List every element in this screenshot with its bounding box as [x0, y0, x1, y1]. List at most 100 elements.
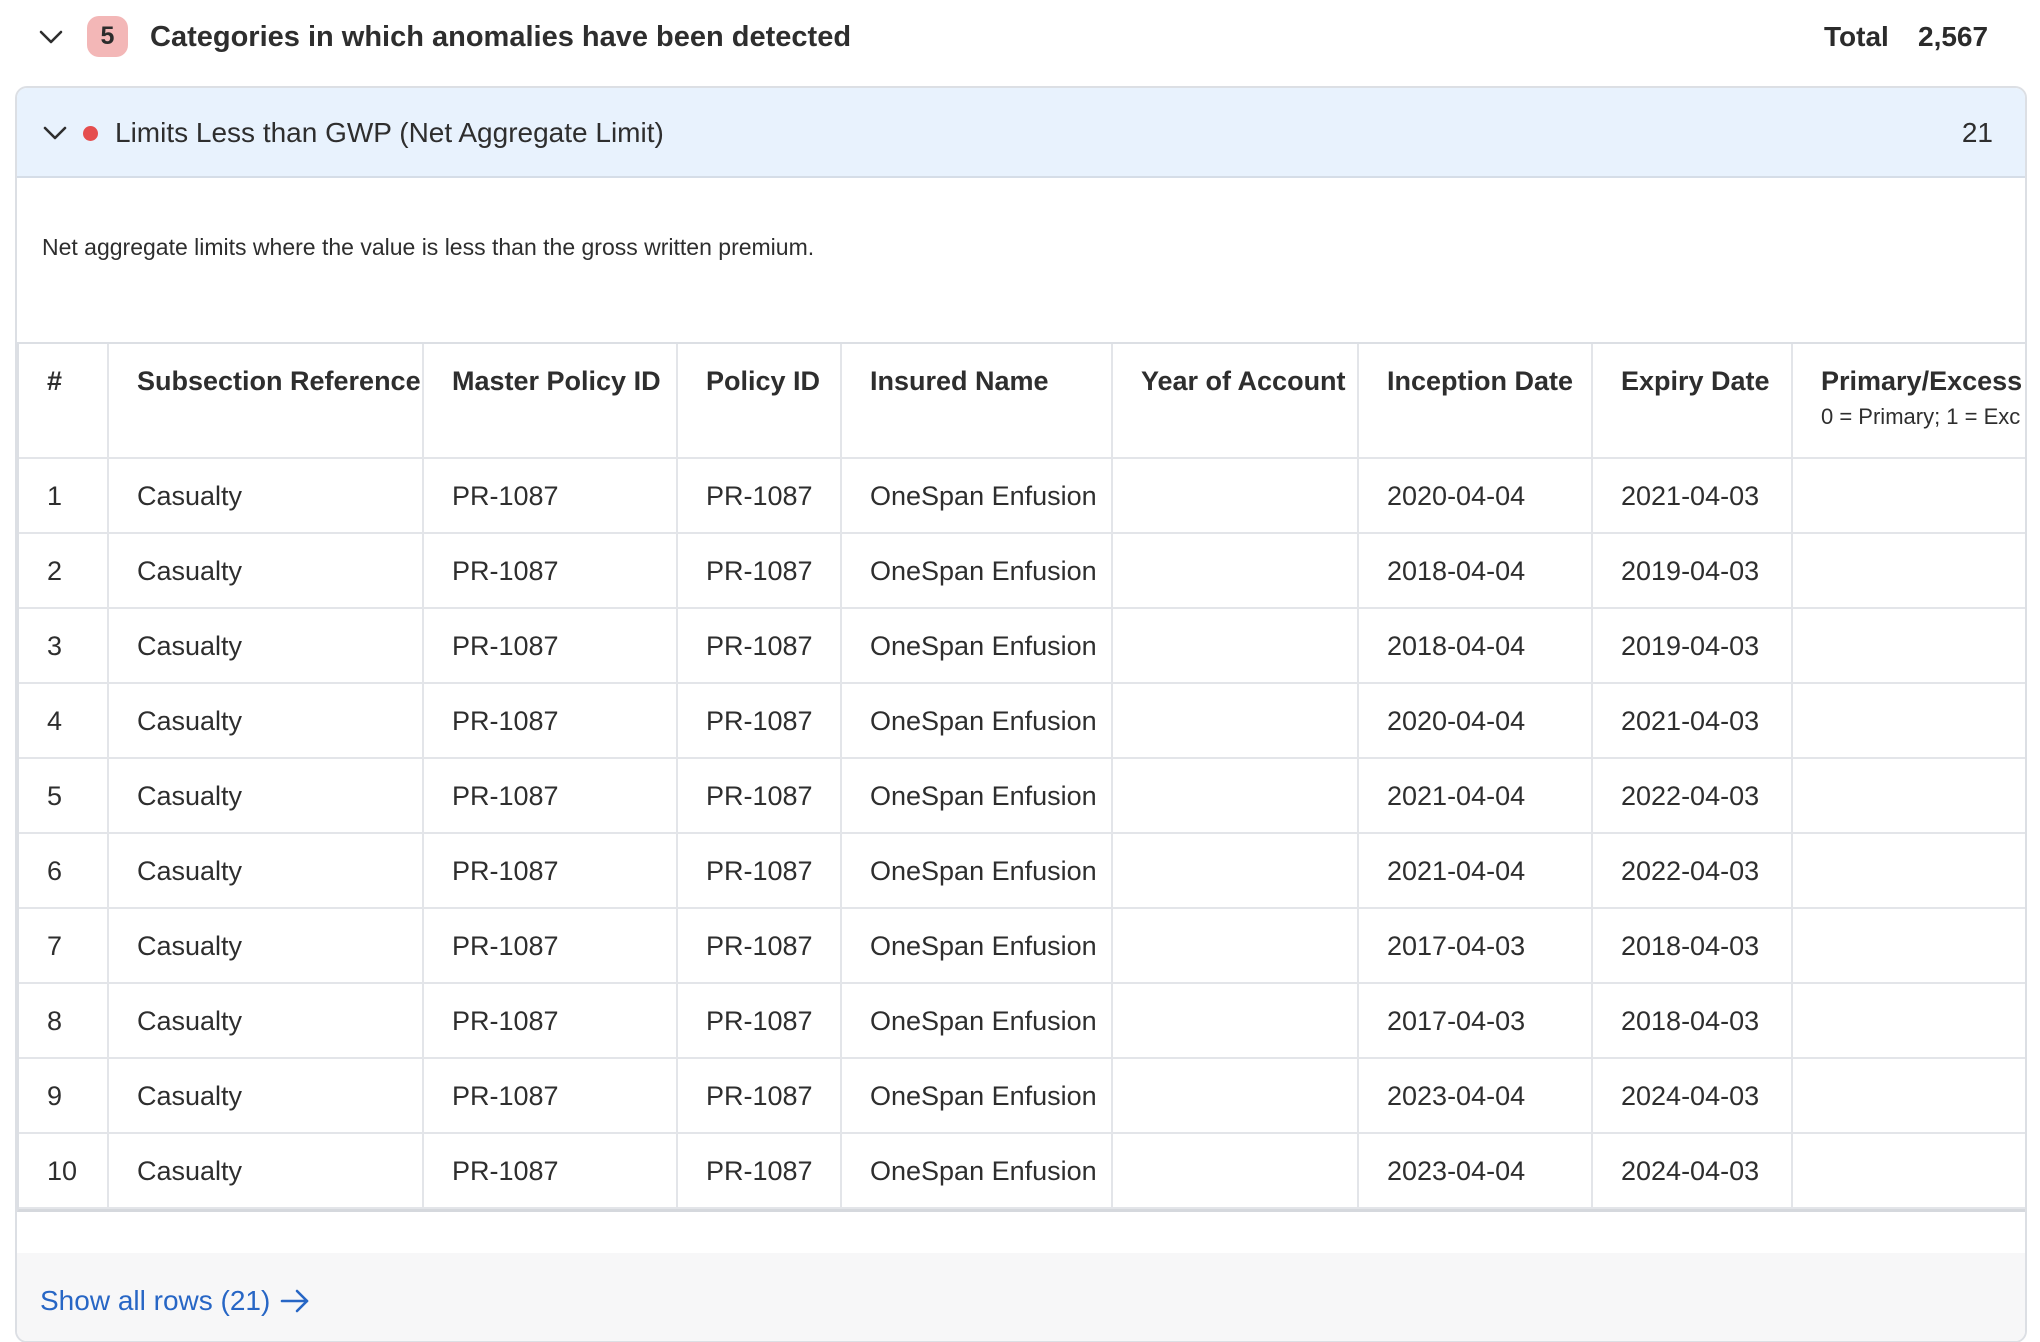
anomaly-summary-bar: 5 Categories in which anomalies have bee…: [0, 0, 2040, 74]
column-header-label: Year of Account: [1141, 366, 1346, 396]
cell-index: 9: [19, 1058, 109, 1134]
table-row[interactable]: 6 Casualty PR-1087 PR-1087 OneSpan Enfusion 2…: [19, 833, 2025, 909]
cell-subsection-reference: Casualty: [108, 833, 424, 909]
cell-year-of-account: [1112, 983, 1359, 1059]
cell-expiry-date: 2021-04-03: [1592, 683, 1793, 759]
cell-insured-name: OneSpan Enfusion: [841, 758, 1113, 834]
cell-expiry-date: 2021-04-03: [1592, 458, 1793, 534]
cell-year-of-account: [1112, 533, 1359, 609]
column-header-year-of-account[interactable]: Year of Account: [1112, 344, 1359, 459]
table-row[interactable]: 1 Casualty PR-1087 PR-1087 OneSpan Enfusion 2…: [19, 458, 2025, 534]
cell-policy-id: PR-1087: [677, 1133, 842, 1209]
anomaly-data-table: # Subsection Reference Master Policy ID Pol…: [19, 344, 2025, 1209]
cell-policy-id: PR-1087: [677, 1058, 842, 1134]
cell-primary-excess: [1792, 983, 2025, 1059]
show-all-rows-link[interactable]: Show all rows (21): [40, 1282, 270, 1320]
cell-year-of-account: [1112, 833, 1359, 909]
cell-index: 2: [19, 533, 109, 609]
cell-subsection-reference: Casualty: [108, 758, 424, 834]
cell-insured-name: OneSpan Enfusion: [841, 983, 1113, 1059]
cell-index: 3: [19, 608, 109, 684]
cell-subsection-reference: Casualty: [108, 908, 424, 984]
cell-subsection-reference: Casualty: [108, 1058, 424, 1134]
table-row[interactable]: 2 Casualty PR-1087 PR-1087 OneSpan Enfusion 2…: [19, 533, 2025, 609]
column-header-label: Subsection Reference: [137, 366, 421, 396]
table-row[interactable]: 8 Casualty PR-1087 PR-1087 OneSpan Enfusion 2…: [19, 983, 2025, 1059]
cell-master-policy-id: PR-1087: [423, 833, 678, 909]
category-count: 21: [1961, 117, 1993, 148]
table-row[interactable]: 10 Casualty PR-1087 PR-1087 OneSpan Enfusion…: [19, 1133, 2025, 1209]
cell-master-policy-id: PR-1087: [423, 683, 678, 759]
column-header-insured-name[interactable]: Insured Name: [841, 344, 1113, 459]
cell-policy-id: PR-1087: [677, 608, 842, 684]
category-card: Limits Less than GWP (Net Aggregate Limi…: [15, 86, 2027, 1342]
cell-index: 6: [19, 833, 109, 909]
cell-primary-excess: [1792, 758, 2025, 834]
column-header-subsection-reference[interactable]: Subsection Reference: [108, 344, 424, 459]
column-header-inception-date[interactable]: Inception Date: [1358, 344, 1593, 459]
cell-year-of-account: [1112, 758, 1359, 834]
table-row[interactable]: 3 Casualty PR-1087 PR-1087 OneSpan Enfusion 2…: [19, 608, 2025, 684]
cell-inception-date: 2017-04-03: [1358, 908, 1593, 984]
cell-year-of-account: [1112, 1133, 1359, 1209]
column-header-policy-id[interactable]: Policy ID: [677, 344, 842, 459]
cell-index: 1: [19, 458, 109, 534]
cell-inception-date: 2020-04-04: [1358, 683, 1593, 759]
column-header-label: Policy ID: [706, 366, 821, 396]
cell-subsection-reference: Casualty: [108, 983, 424, 1059]
column-header-master-policy-id[interactable]: Master Policy ID: [423, 344, 678, 459]
category-count-badge: 5: [87, 16, 128, 57]
cell-year-of-account: [1112, 608, 1359, 684]
table-row[interactable]: 7 Casualty PR-1087 PR-1087 OneSpan Enfusion 2…: [19, 908, 2025, 984]
chevron-down-icon[interactable]: [36, 22, 66, 52]
cell-master-policy-id: PR-1087: [423, 608, 678, 684]
cell-policy-id: PR-1087: [677, 683, 842, 759]
cell-primary-excess: [1792, 833, 2025, 909]
arrow-right-icon[interactable]: [278, 1286, 312, 1316]
cell-expiry-date: 2019-04-03: [1592, 533, 1793, 609]
cell-master-policy-id: PR-1087: [423, 1133, 678, 1209]
cell-policy-id: PR-1087: [677, 833, 842, 909]
category-description: Net aggregate limits where the value is …: [42, 234, 815, 260]
cell-policy-id: PR-1087: [677, 908, 842, 984]
column-header-label: Inception Date: [1387, 366, 1574, 396]
table-header-row: # Subsection Reference Master Policy ID Pol…: [19, 344, 2025, 459]
cell-primary-excess: [1792, 908, 2025, 984]
cell-primary-excess: [1792, 533, 2025, 609]
cell-inception-date: 2018-04-04: [1358, 533, 1593, 609]
category-title: Limits Less than GWP (Net Aggregate Limi…: [115, 117, 664, 148]
column-header-label: Primary/Excess: [1821, 366, 2023, 396]
cell-expiry-date: 2022-04-03: [1592, 833, 1793, 909]
cell-expiry-date: 2022-04-03: [1592, 758, 1793, 834]
cell-index: 7: [19, 908, 109, 984]
total-value: 2,567: [1918, 21, 1989, 52]
cell-master-policy-id: PR-1087: [423, 1058, 678, 1134]
cell-index: 8: [19, 983, 109, 1059]
chevron-down-icon[interactable]: [40, 118, 70, 148]
anomaly-table: # Subsection Reference Master Policy ID Pol…: [17, 342, 2025, 1212]
cell-index: 4: [19, 683, 109, 759]
column-header-label: Master Policy ID: [452, 366, 661, 396]
cell-inception-date: 2017-04-03: [1358, 983, 1593, 1059]
cell-primary-excess: [1792, 458, 2025, 534]
cell-insured-name: OneSpan Enfusion: [841, 908, 1113, 984]
cell-primary-excess: [1792, 608, 2025, 684]
category-header[interactable]: Limits Less than GWP (Net Aggregate Limi…: [17, 88, 2025, 178]
cell-year-of-account: [1112, 1058, 1359, 1134]
column-header-expiry-date[interactable]: Expiry Date: [1592, 344, 1793, 459]
cell-subsection-reference: Casualty: [108, 533, 424, 609]
column-header-index[interactable]: #: [19, 344, 109, 459]
cell-primary-excess: [1792, 1058, 2025, 1134]
cell-expiry-date: 2018-04-03: [1592, 983, 1793, 1059]
cell-inception-date: 2023-04-04: [1358, 1058, 1593, 1134]
cell-inception-date: 2021-04-04: [1358, 833, 1593, 909]
cell-subsection-reference: Casualty: [108, 683, 424, 759]
cell-inception-date: 2021-04-04: [1358, 758, 1593, 834]
cell-insured-name: OneSpan Enfusion: [841, 1133, 1113, 1209]
table-body: 1 Casualty PR-1087 PR-1087 OneSpan Enfusion 2…: [19, 458, 2025, 1209]
table-row[interactable]: 4 Casualty PR-1087 PR-1087 OneSpan Enfusion 2…: [19, 683, 2025, 759]
table-row[interactable]: 5 Casualty PR-1087 PR-1087 OneSpan Enfusion 2…: [19, 758, 2025, 834]
column-header-primary-excess[interactable]: Primary/Excess 0 = Primary; 1 = Exc: [1792, 344, 2025, 459]
cell-master-policy-id: PR-1087: [423, 458, 678, 534]
table-row[interactable]: 9 Casualty PR-1087 PR-1087 OneSpan Enfusion 2…: [19, 1058, 2025, 1134]
